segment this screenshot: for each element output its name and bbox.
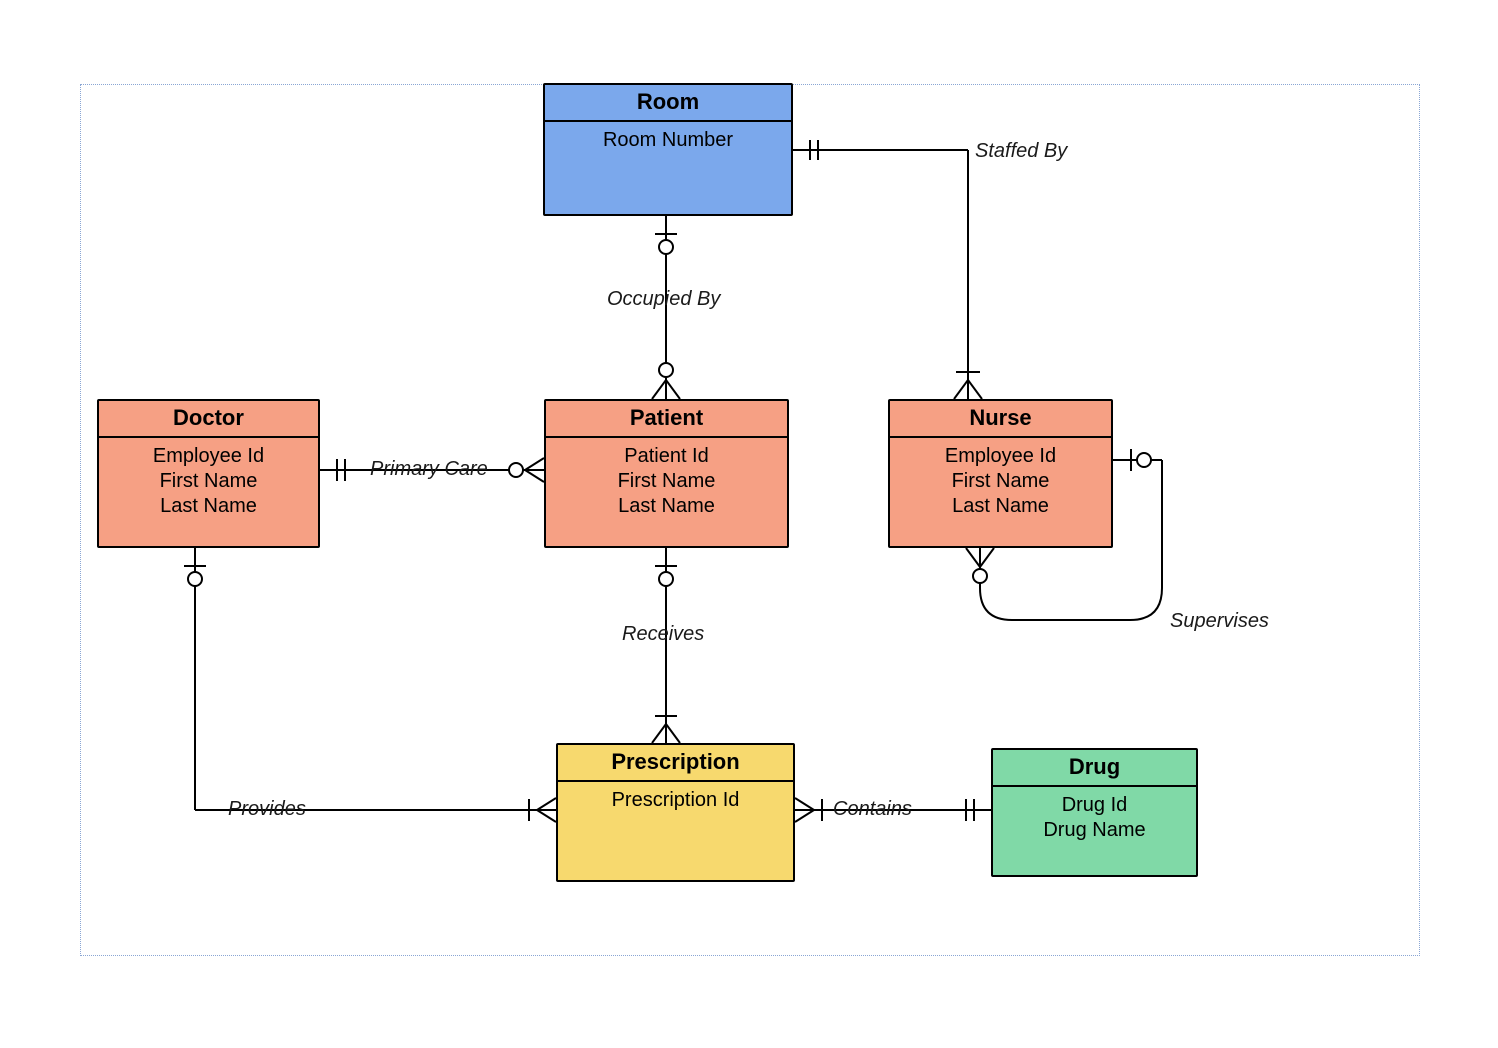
attr: Last Name [105, 494, 312, 519]
entity-title: Drug [993, 750, 1196, 787]
attr: Drug Id [999, 793, 1190, 818]
entity-title: Room [545, 85, 791, 122]
entity-drug[interactable]: Drug Drug Id Drug Name [991, 748, 1198, 877]
rel-occupied-by: Occupied By [607, 288, 720, 311]
attr: Room Number [551, 128, 785, 153]
rel-staffed-by: Staffed By [975, 140, 1067, 163]
attr: Drug Name [999, 818, 1190, 843]
attr: Employee Id [105, 444, 312, 469]
attr: First Name [896, 469, 1105, 494]
attr: First Name [552, 469, 781, 494]
attr: Patient Id [552, 444, 781, 469]
entity-prescription[interactable]: Prescription Prescription Id [556, 743, 795, 882]
attr: Last Name [552, 494, 781, 519]
entity-doctor[interactable]: Doctor Employee Id First Name Last Name [97, 399, 320, 548]
rel-provides: Provides [228, 798, 306, 821]
entity-title: Nurse [890, 401, 1111, 438]
entity-attrs: Prescription Id [558, 782, 793, 880]
entity-title: Prescription [558, 745, 793, 782]
entity-room[interactable]: Room Room Number [543, 83, 793, 216]
entity-attrs: Drug Id Drug Name [993, 787, 1196, 875]
entity-attrs: Patient Id First Name Last Name [546, 438, 787, 546]
rel-primary-care: Primary Care [370, 458, 488, 481]
attr: Last Name [896, 494, 1105, 519]
entity-attrs: Employee Id First Name Last Name [99, 438, 318, 546]
rel-receives: Receives [622, 623, 704, 646]
entity-nurse[interactable]: Nurse Employee Id First Name Last Name [888, 399, 1113, 548]
rel-supervises: Supervises [1170, 610, 1269, 633]
entity-attrs: Employee Id First Name Last Name [890, 438, 1111, 546]
entity-title: Patient [546, 401, 787, 438]
entity-attrs: Room Number [545, 122, 791, 214]
entity-title: Doctor [99, 401, 318, 438]
er-diagram-canvas: Room Room Number Doctor Employee Id Firs… [0, 0, 1498, 1048]
entity-patient[interactable]: Patient Patient Id First Name Last Name [544, 399, 789, 548]
attr: First Name [105, 469, 312, 494]
attr: Prescription Id [564, 788, 787, 813]
attr: Employee Id [896, 444, 1105, 469]
rel-contains: Contains [833, 798, 912, 821]
